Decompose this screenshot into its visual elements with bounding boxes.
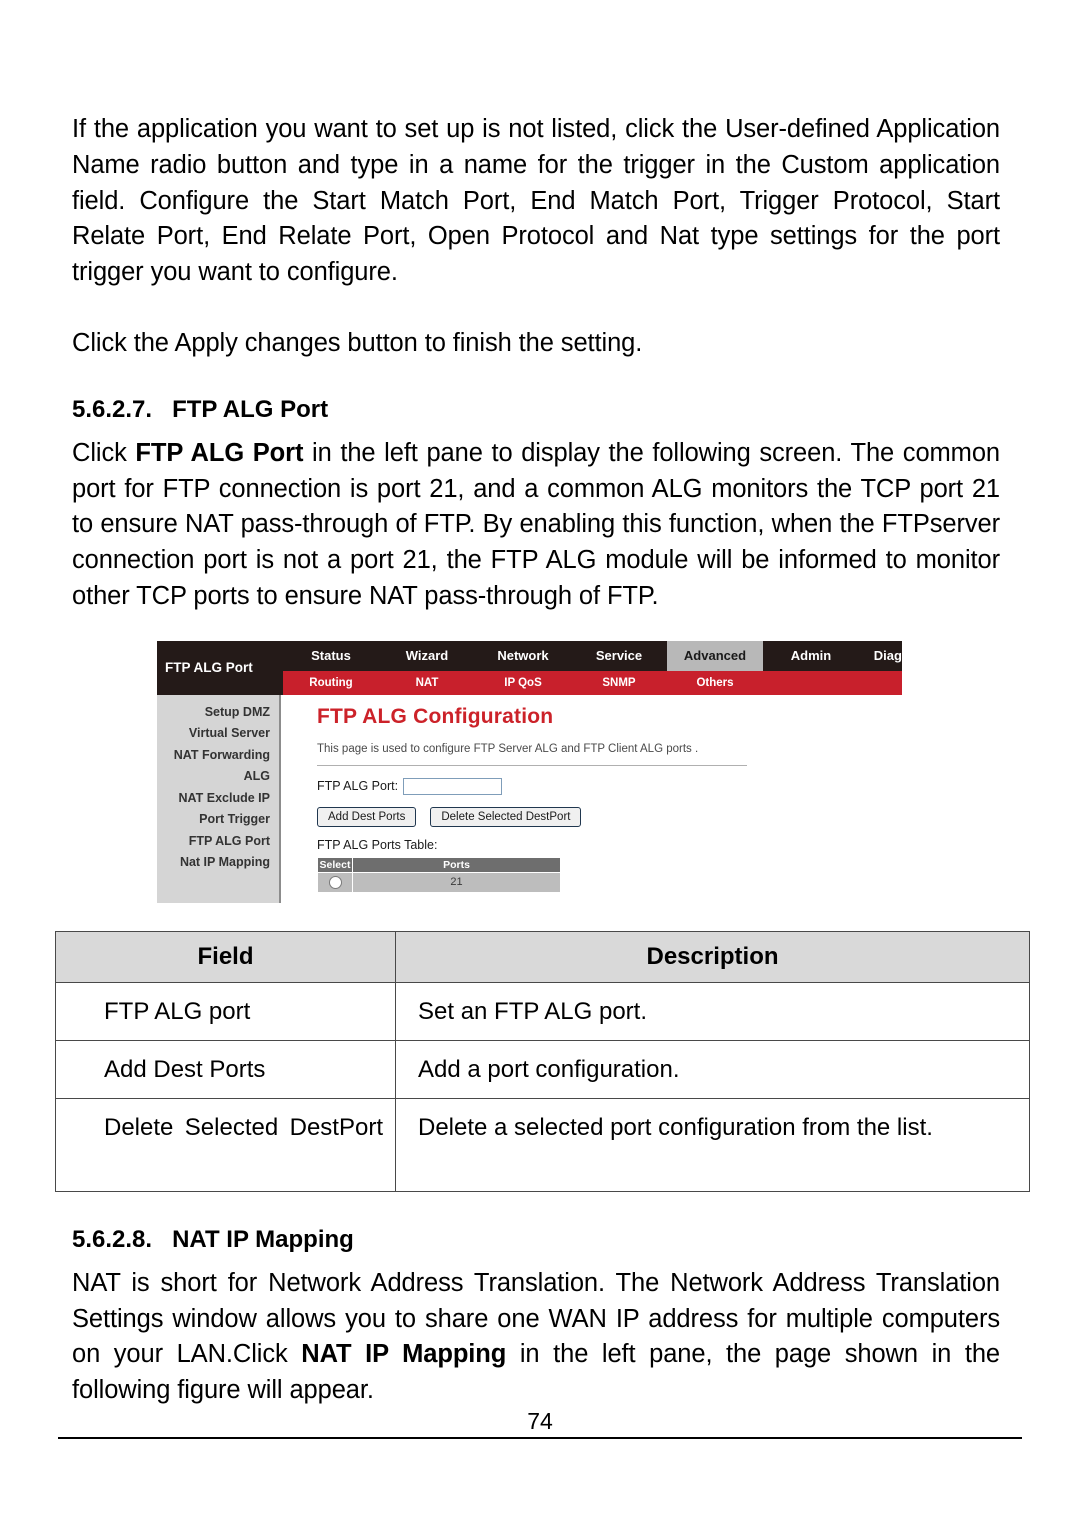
router-tab-admin[interactable]: Admin [763,641,859,671]
field-table-row: FTP ALG port Set an FTP ALG port. [55,981,1030,1041]
router-panel-title: FTP ALG Configuration [317,704,554,728]
router-table-header-row: Select Ports [317,856,561,873]
router-sidebar-item-nat-exclude-ip[interactable]: NAT Exclude IP [157,788,279,810]
router-sidebar-item-port-trigger[interactable]: Port Trigger [157,809,279,831]
router-tab-wizard[interactable]: Wizard [379,641,475,671]
router-table-row: 21 [317,871,561,893]
router-ftp-alg-port-label: FTP ALG Port: [317,779,399,794]
router-subtab-snmp[interactable]: SNMP [571,671,667,695]
router-main-panel: FTP ALG Configuration This page is used … [283,694,902,903]
router-tab-service[interactable]: Service [571,641,667,671]
field-table-row: Add Dest Ports Add a port configuration. [55,1039,1030,1099]
field-table-cell-field: Delete Selected DestPort [55,1097,396,1192]
ftp-alg-text-lead: Click [72,438,136,467]
router-admin-interface: FTP ALG Port Status Wizard Network Servi… [157,640,902,903]
router-table-header-select: Select [317,856,353,873]
port-select-radio[interactable] [328,875,342,889]
section-title: NAT IP Mapping [172,1225,354,1253]
field-table-cell-description: Delete a selected port configuration fro… [395,1097,1030,1192]
field-table-cell-field: Add Dest Ports [55,1039,396,1099]
router-ftp-alg-port-input[interactable] [403,777,503,795]
router-subtab-others[interactable]: Others [667,671,763,695]
section-heading-ftp-alg-port: 5.6.2.7. FTP ALG Port [72,396,1000,424]
section-heading-nat-ip-mapping: 5.6.2.8. NAT IP Mapping [72,1226,1000,1254]
nat-ip-bold-term: NAT IP Mapping [301,1340,507,1369]
intro-paragraph: If the application you want to set up is… [72,115,1000,287]
ftp-alg-bold-term: FTP ALG Port [135,438,304,467]
page-footer: 74 [58,1408,1022,1439]
router-ftp-alg-ports-table: Select Ports 21 [317,856,561,893]
router-sidebar-item-nat-ip-mapping[interactable]: Nat IP Mapping [157,852,279,874]
router-main-tabs: Status Wizard Network Service Advanced A… [283,640,902,671]
document-page: If the application you want to set up is… [0,0,1080,1527]
field-table-cell-field: FTP ALG port [55,981,396,1041]
router-table-header-ports: Ports [352,856,561,873]
field-description-table: Field Description FTP ALG port Set an FT… [55,930,1030,1192]
router-sidebar-item-nat-forwarding[interactable]: NAT Forwarding [157,745,279,767]
router-topbar: FTP ALG Port Status Wizard Network Servi… [157,640,902,695]
section-number: 5.6.2.8. [72,1225,153,1253]
field-table-header-row: Field Description [55,930,1030,983]
router-sub-tabs: Routing NAT IP QoS SNMP Others [283,670,902,695]
field-table-header-description: Description [395,930,1030,983]
router-panel-divider [317,764,747,766]
router-panel-description: This page is used to configure FTP Serve… [317,742,699,755]
field-table-header-field: Field [55,930,396,983]
ftp-alg-paragraph: Click FTP ALG Port in the left pane to d… [72,436,1000,615]
router-brand-label: FTP ALG Port [165,660,253,676]
router-ports-table-label: FTP ALG Ports Table: [317,837,438,852]
field-table-cell-description: Set an FTP ALG port. [395,981,1030,1041]
router-tab-status[interactable]: Status [283,641,379,671]
router-ui-figure: FTP ALG Port Status Wizard Network Servi… [157,640,902,903]
add-dest-ports-button[interactable]: Add Dest Ports [317,806,417,827]
router-sidebar-item-ftp-alg-port[interactable]: FTP ALG Port [157,831,279,853]
router-tab-diagnostic[interactable]: Diagnostic [859,641,902,671]
field-table-cell-field-text: Delete Selected DestPort [104,1113,383,1141]
section-title: FTP ALG Port [172,395,329,423]
field-table-cell-description: Add a port configuration. [395,1039,1030,1099]
page-content: If the application you want to set up is… [55,112,1030,1409]
apply-paragraph: Click the Apply changes button to finish… [72,328,643,357]
router-brand-box: FTP ALG Port [157,640,283,695]
router-button-row: Add Dest Ports Delete Selected DestPort [317,806,902,827]
router-body: Setup DMZ Virtual Server NAT Forwarding … [157,694,902,903]
nat-ip-paragraph: NAT is short for Network Address Transla… [72,1266,1000,1409]
router-tab-advanced[interactable]: Advanced [667,640,763,671]
section-number: 5.6.2.7. [72,395,153,423]
footer-divider [58,1437,1022,1439]
field-table-row: Delete Selected DestPort Delete a select… [55,1097,1030,1192]
router-subtab-ip-qos[interactable]: IP QoS [475,671,571,695]
router-tab-network[interactable]: Network [475,641,571,671]
router-subtab-nat[interactable]: NAT [379,671,475,695]
router-sidebar-item-alg[interactable]: ALG [157,766,279,788]
router-sidebar-item-setup-dmz[interactable]: Setup DMZ [157,702,279,724]
router-table-cell-ports: 21 [352,871,561,893]
router-sidebar: Setup DMZ Virtual Server NAT Forwarding … [157,694,281,903]
router-subtab-routing[interactable]: Routing [283,671,379,695]
router-ftp-alg-port-field-row: FTP ALG Port: [317,777,902,795]
delete-selected-destport-button[interactable]: Delete Selected DestPort [430,806,582,827]
page-number: 74 [527,1408,553,1434]
router-table-cell-select[interactable] [317,871,353,893]
router-sidebar-item-virtual-server[interactable]: Virtual Server [157,723,279,745]
